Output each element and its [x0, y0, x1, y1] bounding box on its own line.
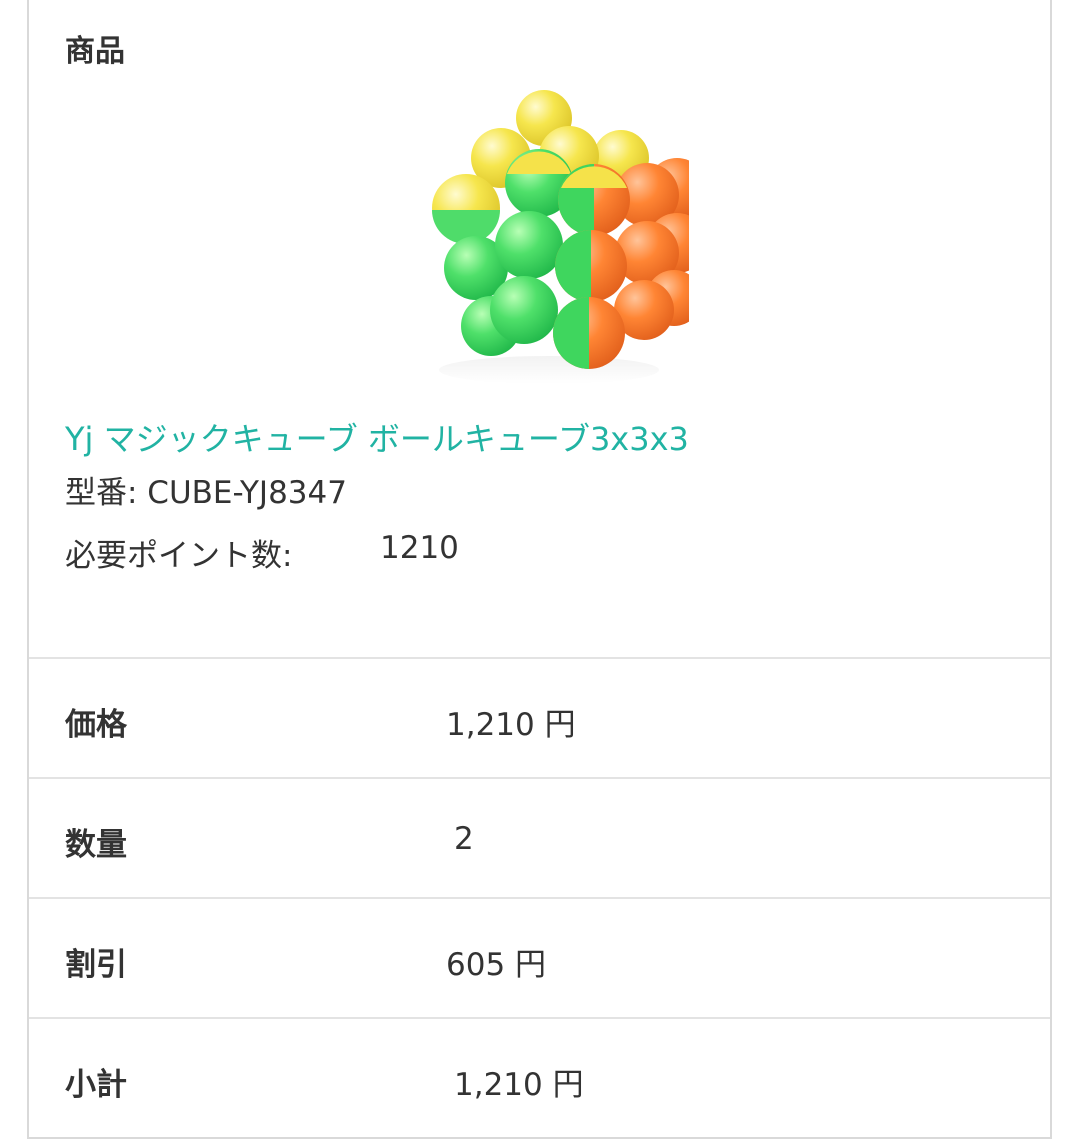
order-item-card: 商品 Yj マジックキューブ ボールキューブ3x3x3 型番: CUBE-YJ8…	[27, 0, 1052, 1139]
price-row: 価格 1,210 円	[29, 657, 1050, 777]
price-value: 1,210 円	[446, 707, 576, 743]
subtotal-value: 1,210 円	[454, 1067, 584, 1103]
price-label: 価格	[65, 707, 127, 743]
quantity-value: 2	[454, 821, 474, 857]
product-name-link[interactable]: Yj マジックキューブ ボールキューブ3x3x3	[65, 414, 689, 460]
required-points-label: 必要ポイント数:	[65, 538, 293, 574]
discount-value: 605 円	[446, 947, 547, 983]
product-model-number: 型番: CUBE-YJ8347	[65, 475, 347, 511]
product-header: 商品	[65, 34, 125, 69]
product-image[interactable]	[389, 88, 689, 386]
subtotal-label: 小計	[65, 1067, 127, 1103]
discount-row: 割引 605 円	[29, 897, 1050, 1017]
quantity-label: 数量	[65, 827, 127, 863]
quantity-row: 数量 2	[29, 777, 1050, 897]
required-points-value: 1210	[380, 530, 459, 566]
discount-label: 割引	[65, 947, 127, 983]
subtotal-row: 小計 1,210 円	[29, 1017, 1050, 1137]
